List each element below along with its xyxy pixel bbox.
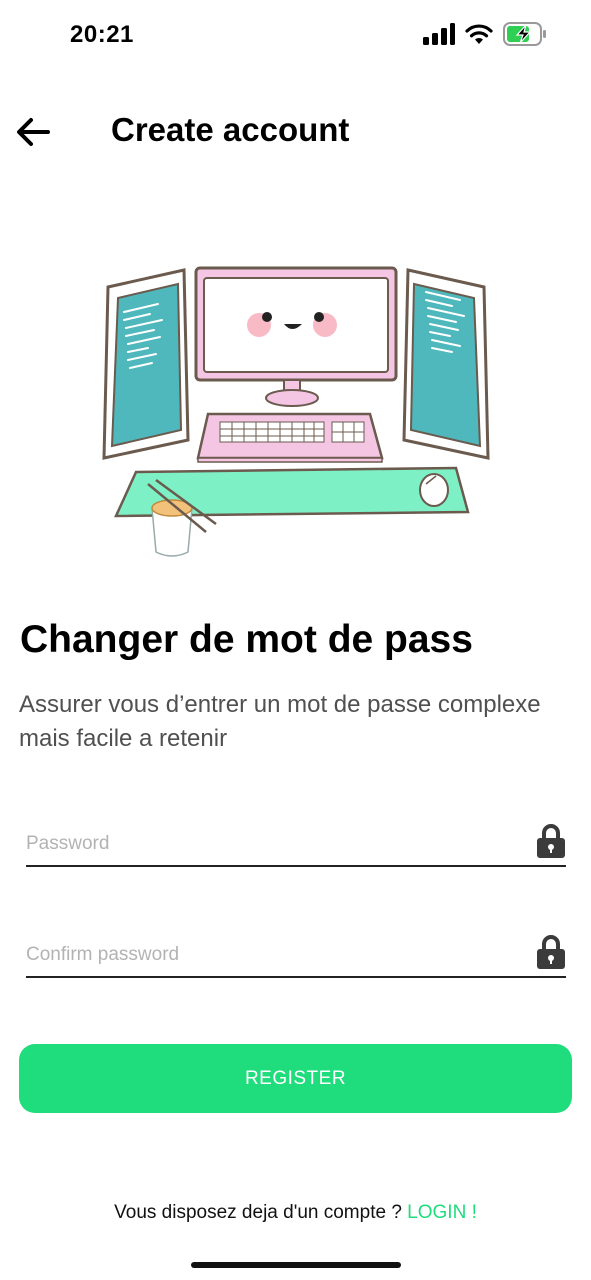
battery-charging-icon	[503, 22, 546, 46]
login-prompt: Vous disposez deja d'un compte ? LOGIN !	[0, 1202, 591, 1224]
section-description: Assurer vous d’entrer un mot de passe co…	[19, 688, 591, 756]
login-link[interactable]: LOGIN !	[407, 1202, 477, 1223]
lock-icon	[537, 824, 565, 858]
confirm-password-field	[26, 934, 566, 978]
section-heading: Changer de mot de pass	[20, 618, 473, 661]
description-line-2: mais facile a retenir	[19, 725, 228, 752]
lock-icon	[537, 935, 565, 969]
status-bar: 20:21	[0, 0, 591, 70]
description-line-1: Assurer vous d’entrer un mot de passe co…	[19, 691, 541, 718]
password-input[interactable]	[26, 829, 516, 859]
home-indicator	[191, 1262, 401, 1268]
computer-setup-illustration	[96, 262, 496, 562]
status-icons	[423, 22, 547, 46]
login-prompt-text: Vous disposez deja d'un compte ?	[114, 1202, 408, 1223]
page-title: Create account	[111, 111, 350, 148]
header: Create account	[0, 100, 591, 164]
arrow-left-icon	[17, 118, 50, 146]
register-button[interactable]: REGISTER	[19, 1044, 572, 1113]
password-field	[26, 823, 566, 867]
confirm-password-input[interactable]	[26, 940, 516, 970]
wifi-icon	[465, 24, 493, 44]
status-time: 20:21	[70, 21, 134, 48]
back-button[interactable]	[12, 112, 54, 152]
signal-icon	[423, 23, 455, 45]
